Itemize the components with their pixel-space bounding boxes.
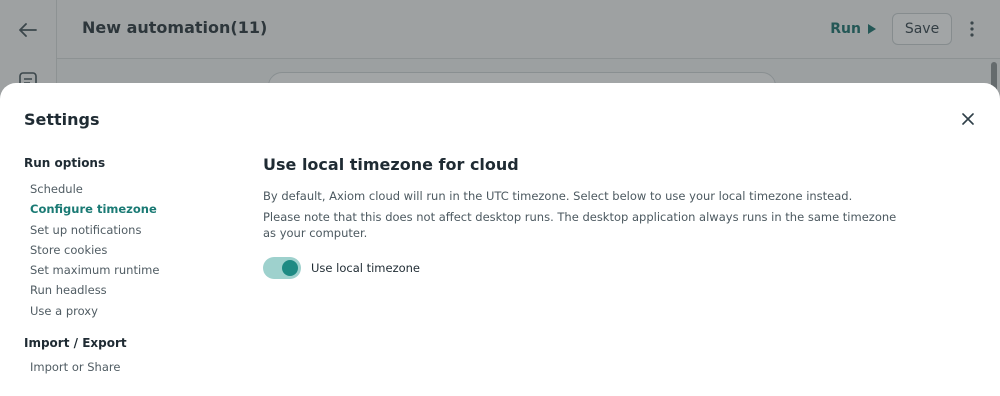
settings-content: Use local timezone for cloud By default,… — [263, 155, 963, 279]
nav-item-import-or-share[interactable]: Import or Share — [24, 357, 224, 377]
close-icon[interactable] — [960, 111, 976, 127]
nav-item-store-cookies[interactable]: Store cookies — [24, 240, 224, 260]
content-title: Use local timezone for cloud — [263, 155, 519, 174]
timezone-description: By default, Axiom cloud will run in the … — [263, 189, 853, 203]
nav-section-import-export: Import / Export — [24, 336, 127, 351]
local-timezone-toggle[interactable] — [263, 257, 301, 279]
nav-item-schedule[interactable]: Schedule — [24, 179, 224, 199]
nav-item-set-up-notifications[interactable]: Set up notifications — [24, 220, 224, 240]
desktop-runs-note: Please note that this does not affect de… — [263, 210, 897, 240]
toggle-label: Use local timezone — [311, 261, 421, 275]
nav-item-set-maximum-runtime[interactable]: Set maximum runtime — [24, 260, 224, 280]
nav-item-configure-timezone[interactable]: Configure timezone — [24, 199, 224, 219]
settings-panel: Settings Run options Schedule Configure … — [0, 83, 1000, 396]
settings-nav: Run options Schedule Configure timezone … — [24, 155, 224, 377]
local-timezone-toggle-row: Use local timezone — [263, 257, 963, 279]
nav-section-run-options: Run options — [24, 156, 106, 170]
nav-item-use-a-proxy[interactable]: Use a proxy — [24, 301, 224, 321]
nav-item-run-headless[interactable]: Run headless — [24, 280, 224, 300]
settings-title: Settings — [24, 110, 100, 129]
toggle-knob — [282, 260, 298, 276]
